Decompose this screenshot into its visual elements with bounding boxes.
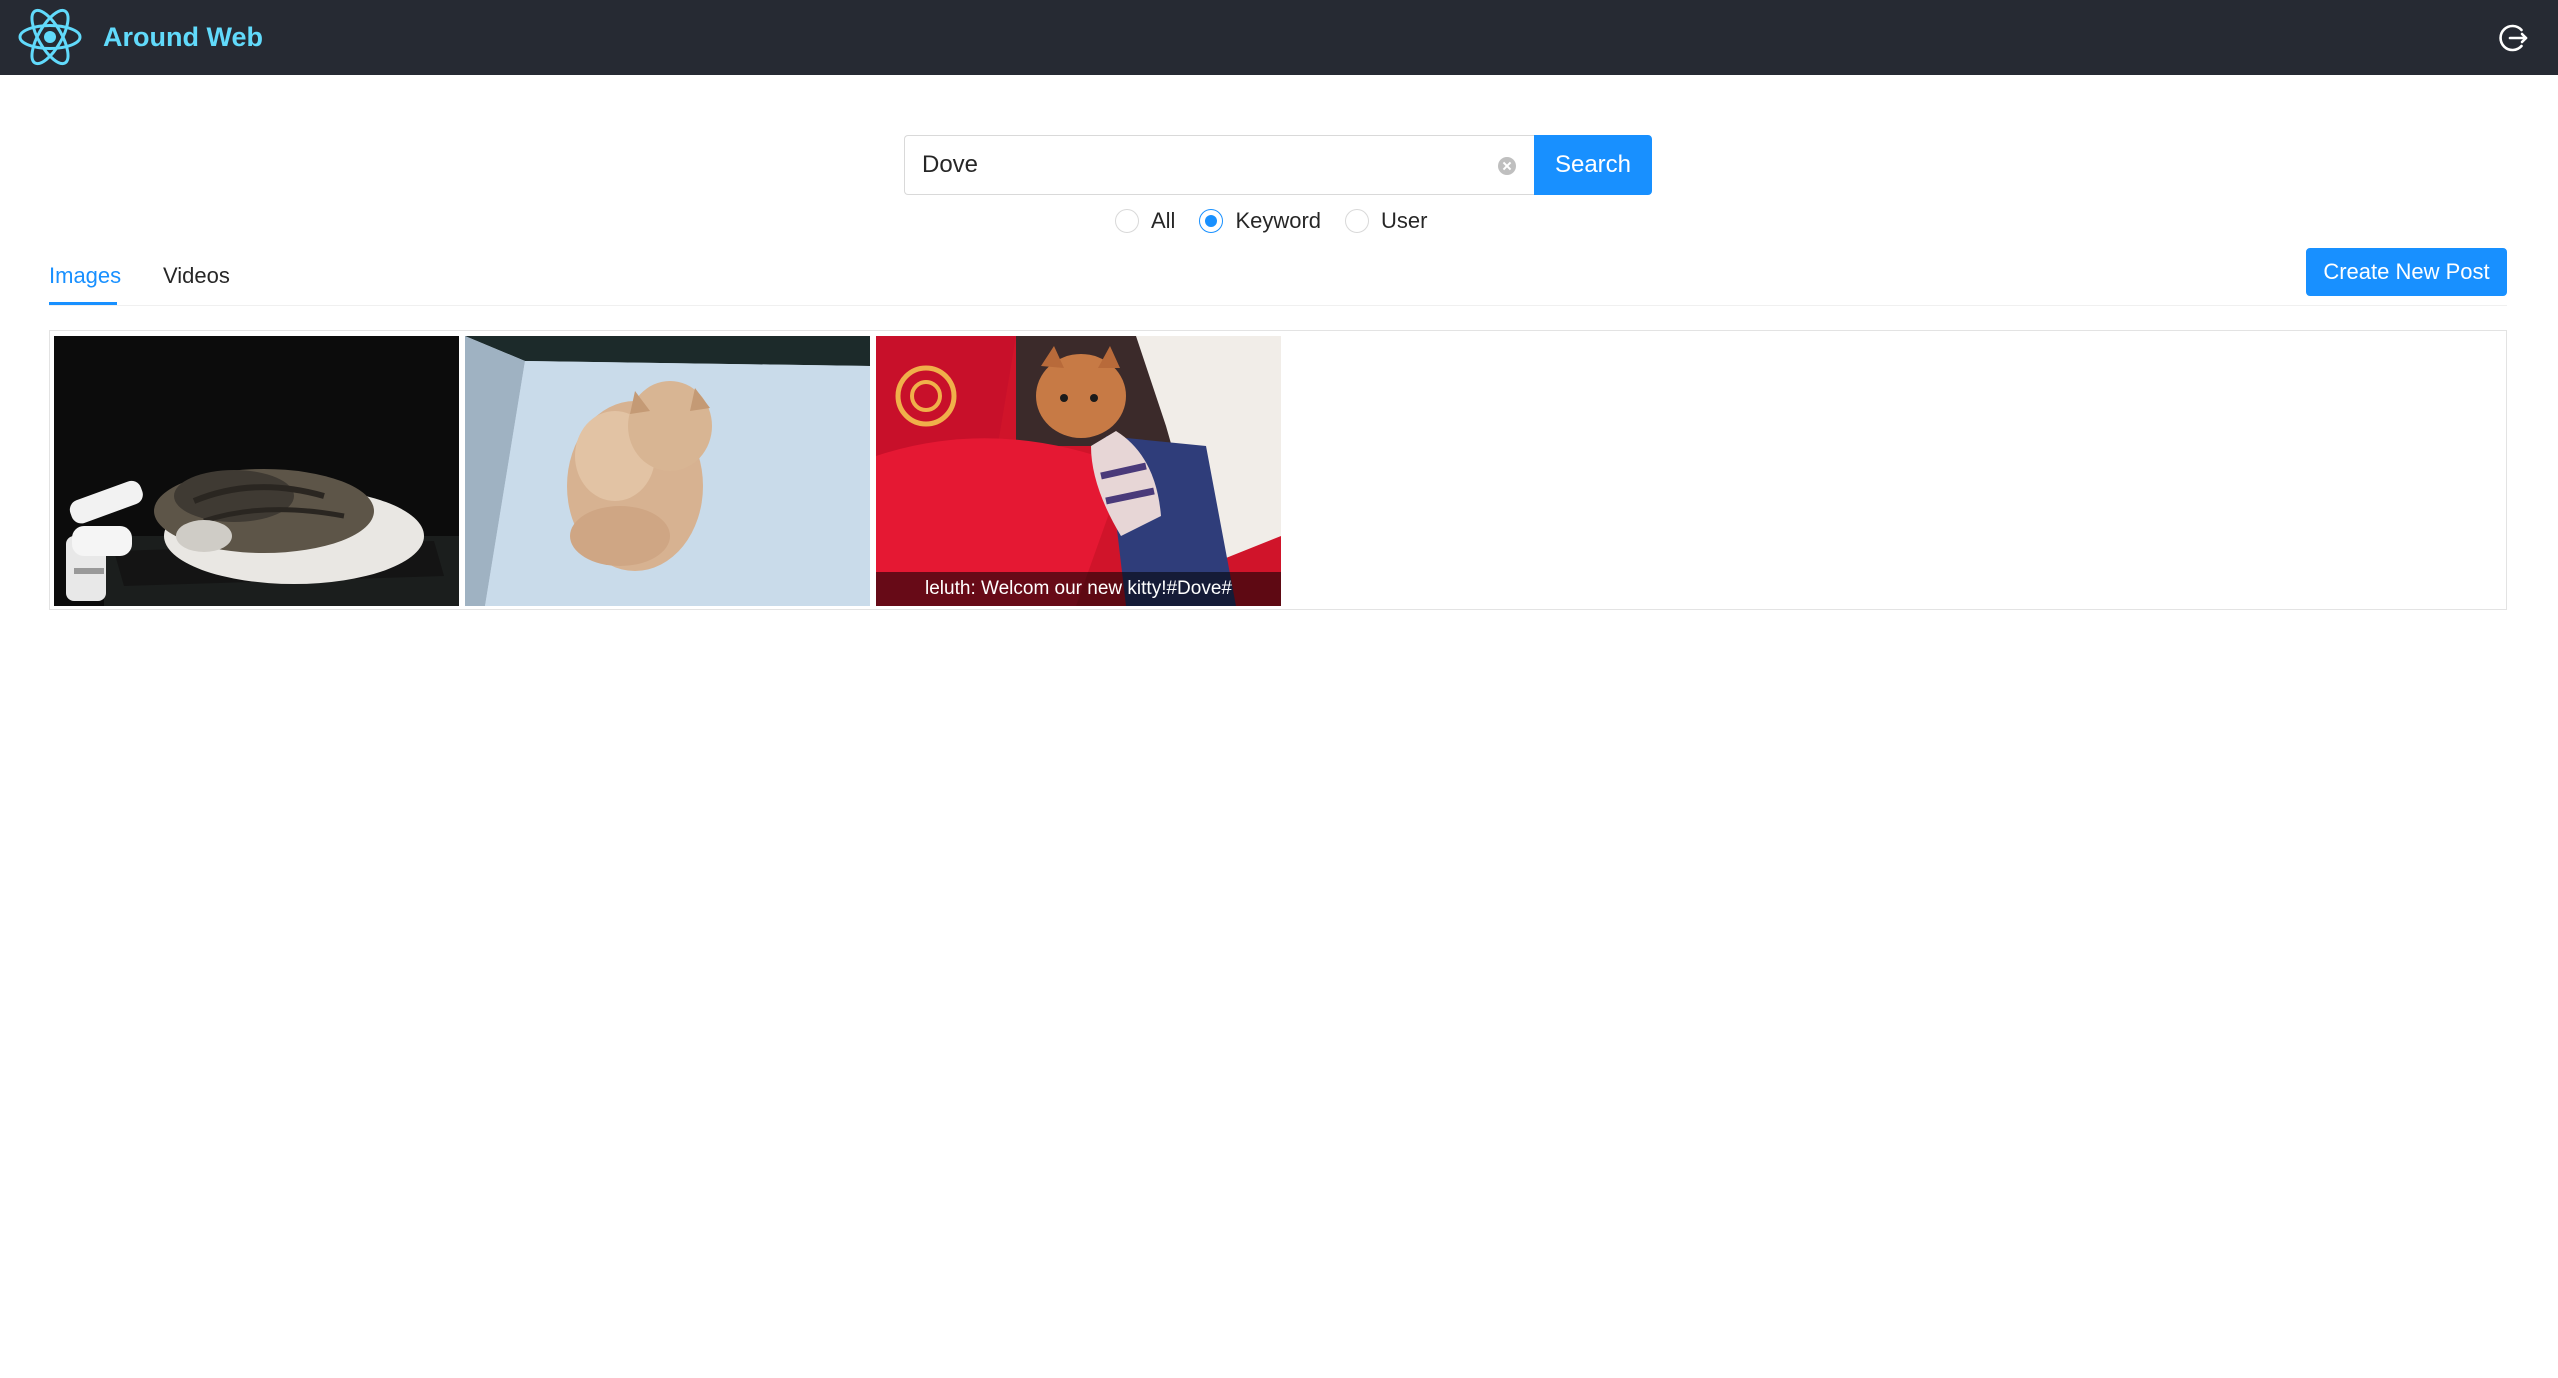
search-bar: Search — [904, 135, 1652, 195]
cat-photo-light — [465, 336, 870, 606]
cat-photo-dark — [54, 336, 459, 606]
gallery-image[interactable]: leluth: Welcom our new kitty!#Dove# — [876, 336, 1281, 606]
app-header: Around Web — [0, 0, 2558, 75]
tab-videos[interactable]: Videos — [163, 258, 230, 296]
tab-images[interactable]: Images — [49, 258, 121, 296]
radio-circle-icon[interactable] — [1199, 209, 1224, 233]
radio-circle-icon[interactable] — [1115, 209, 1139, 233]
image-caption: leluth: Welcom our new kitty!#Dove# — [876, 572, 1281, 606]
cat-photo-blanket — [876, 336, 1281, 606]
search-button[interactable]: Search — [1534, 135, 1652, 195]
search-box — [904, 135, 1534, 195]
gallery-image[interactable] — [465, 336, 870, 606]
radio-user[interactable]: User — [1345, 208, 1428, 234]
gallery-image[interactable] — [54, 336, 459, 606]
react-atom-icon — [18, 8, 82, 66]
tabs-bar: Images Videos — [49, 248, 2507, 306]
radio-label: User — [1381, 208, 1428, 233]
radio-circle-icon[interactable] — [1345, 209, 1370, 233]
logout-icon[interactable] — [2497, 22, 2529, 54]
image-gallery: leluth: Welcom our new kitty!#Dove# — [49, 330, 2507, 610]
create-new-post-button[interactable]: Create New Post — [2306, 248, 2507, 296]
radio-keyword[interactable]: Keyword — [1199, 208, 1321, 234]
active-tab-indicator — [49, 302, 117, 305]
radio-label: Keyword — [1235, 208, 1322, 233]
radio-label: All — [1151, 208, 1176, 233]
close-circle-icon[interactable] — [1498, 157, 1516, 175]
search-input[interactable] — [905, 136, 1485, 194]
search-type-radio-group: All Keyword User — [1115, 206, 1452, 236]
app-title: Around Web — [103, 22, 263, 52]
radio-all[interactable]: All — [1115, 208, 1175, 234]
